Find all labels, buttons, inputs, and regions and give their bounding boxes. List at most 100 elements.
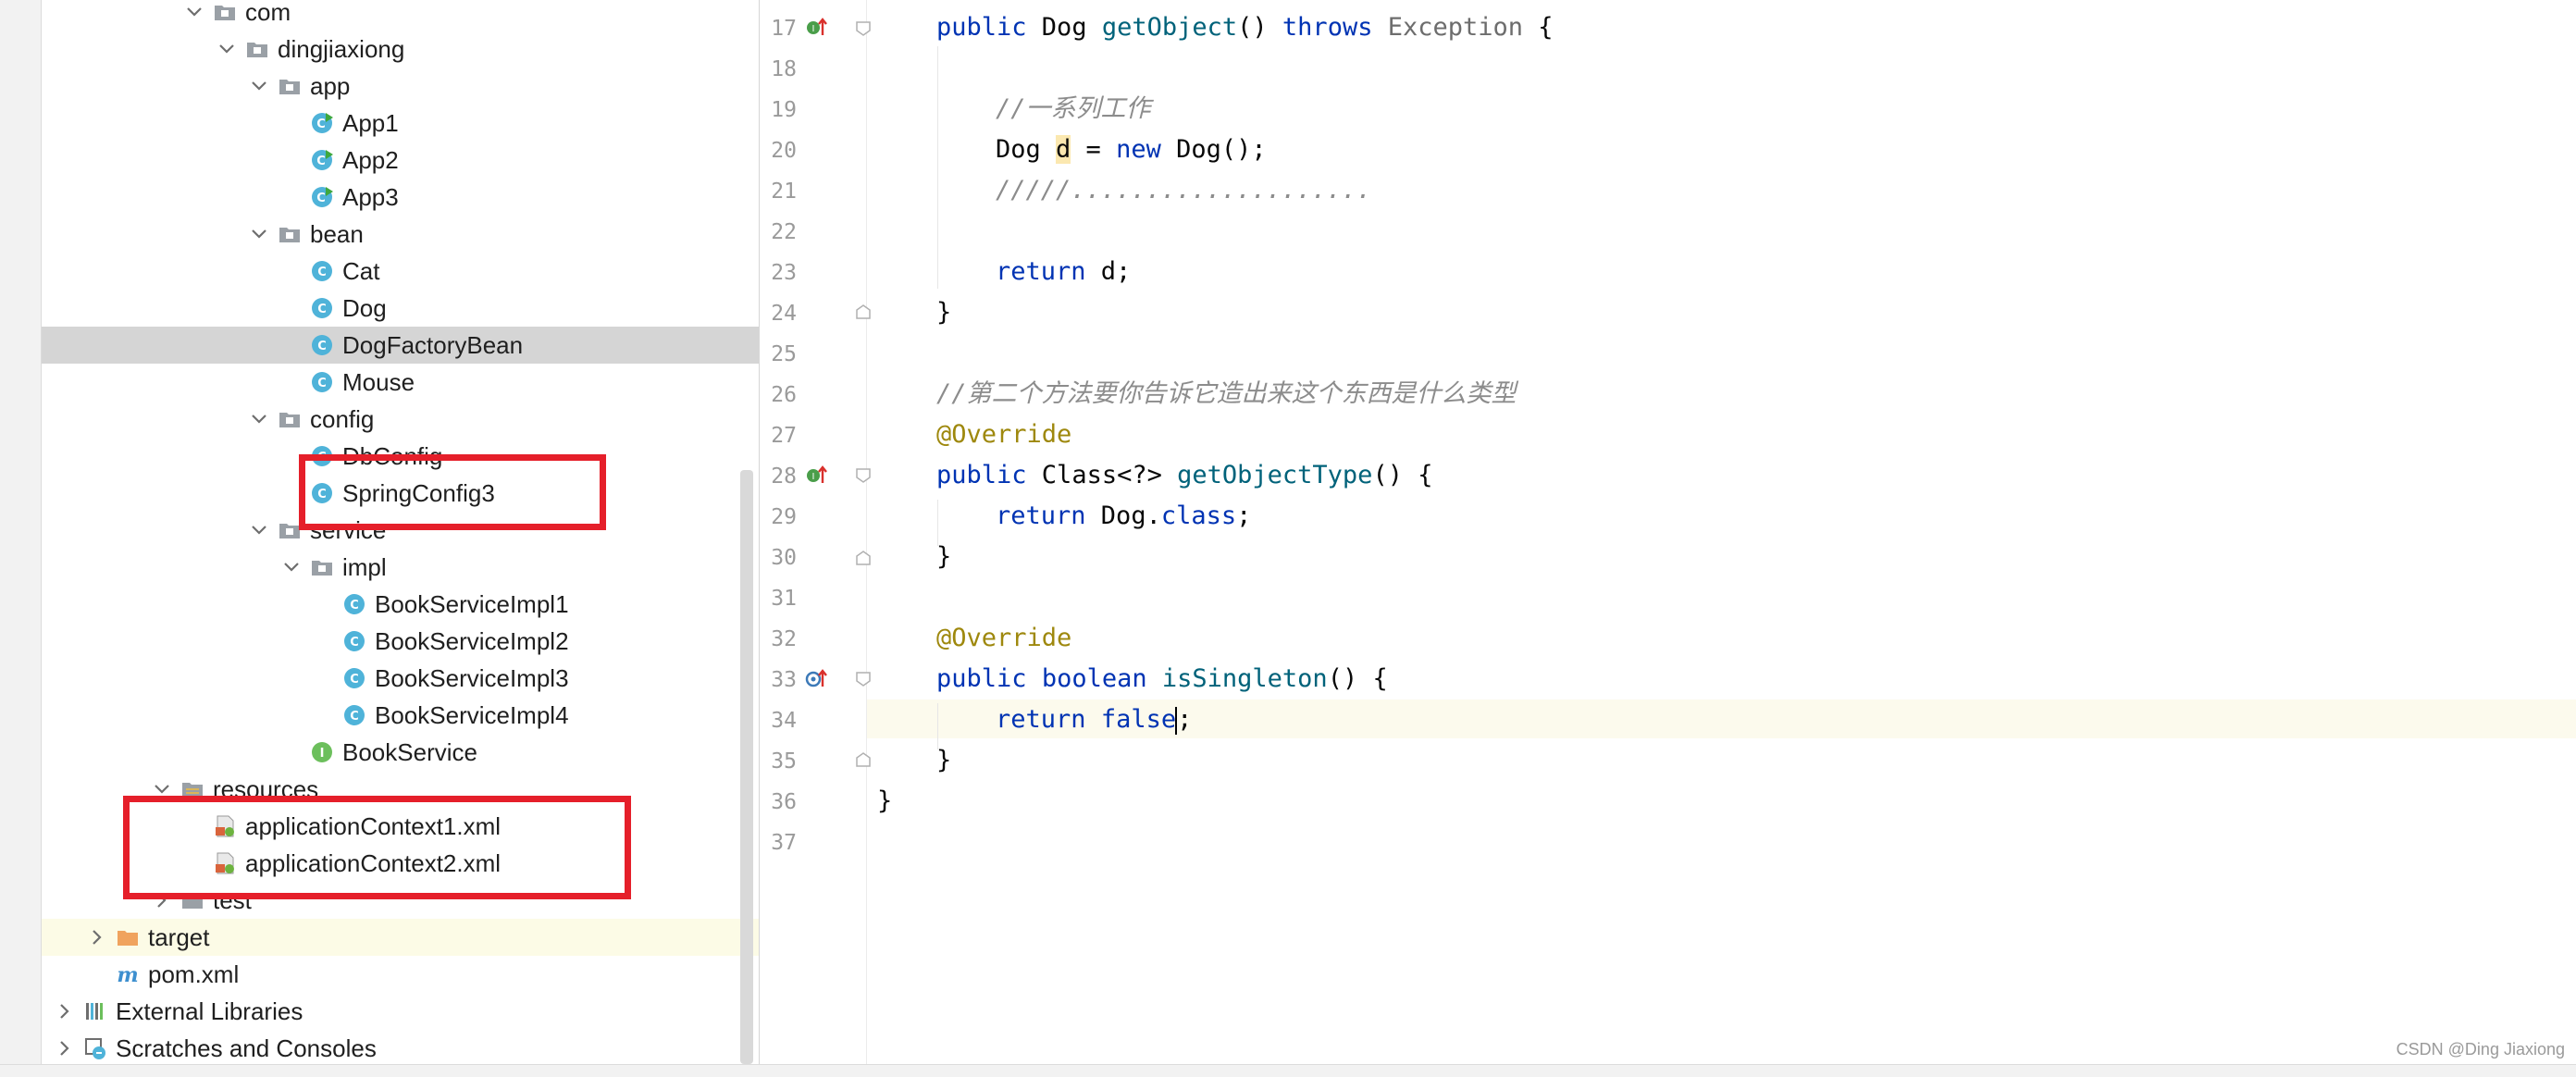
tree-item-label: App1	[342, 109, 399, 137]
code-line-27[interactable]: @Override	[936, 415, 1071, 454]
tree-item-label: pom.xml	[148, 960, 240, 988]
tree-item-cat[interactable]: C Cat	[42, 253, 759, 290]
tree-item-label: config	[310, 405, 375, 433]
tree-item-dog[interactable]: C Dog	[42, 290, 759, 327]
chevron-down-icon[interactable]	[217, 38, 236, 60]
code-token: isSingleton	[1161, 664, 1328, 693]
chevron-down-icon[interactable]	[185, 1, 204, 23]
tree-item-bookserviceimpl4[interactable]: C BookServiceImpl4	[42, 697, 759, 734]
chevron-right-icon[interactable]	[88, 926, 106, 948]
tree-item-label: Cat	[342, 257, 380, 285]
tree-item-bookservice[interactable]: I BookService	[42, 734, 759, 771]
code-line-23[interactable]: return d;	[996, 253, 1131, 291]
svg-text:I: I	[812, 472, 815, 482]
code-line-20[interactable]: Dog d = new Dog();	[996, 130, 1267, 169]
implements-method-icon[interactable]: I	[803, 463, 829, 489]
tree-item-pom-xml[interactable]: m pom.xml	[42, 956, 759, 993]
highlight-box-xml-files	[123, 796, 631, 899]
code-line-17[interactable]: public Dog getObject() throws Exception …	[936, 8, 1554, 47]
implements-method-icon[interactable]: I	[803, 15, 829, 41]
tree-item-app1[interactable]: C App1	[42, 105, 759, 142]
overrides-method-icon[interactable]	[803, 666, 829, 692]
class-icon: C	[342, 703, 366, 727]
fold-end-icon[interactable]	[855, 751, 872, 768]
code-line-24[interactable]: }	[936, 293, 951, 332]
code-line-35[interactable]: }	[936, 741, 951, 780]
chevron-down-icon[interactable]	[282, 556, 301, 578]
code-token: Dog	[1026, 13, 1102, 42]
code-line-32[interactable]: @Override	[936, 619, 1071, 658]
tree-item-label: bean	[310, 220, 364, 248]
tree-item-label: Scratches and Consoles	[116, 1034, 377, 1062]
svg-text:C: C	[350, 599, 359, 613]
fold-start-icon[interactable]	[855, 467, 872, 484]
tree-item-dogfactorybean[interactable]: C DogFactoryBean	[42, 327, 759, 364]
line-number: 30	[771, 546, 797, 570]
line-number: 34	[771, 709, 797, 733]
code-line-28[interactable]: public Class<?> getObjectType() {	[936, 456, 1432, 495]
tree-item-bookserviceimpl1[interactable]: C BookServiceImpl1	[42, 586, 759, 623]
code-line-19[interactable]: //一系列工作	[996, 90, 1151, 129]
class-icon: C	[342, 629, 366, 653]
tree-item-external-libraries[interactable]: External Libraries	[42, 993, 759, 1030]
tree-item-label: target	[148, 923, 210, 951]
class-icon: C	[310, 370, 334, 394]
line-number: 24	[771, 302, 797, 326]
line-number: 28	[771, 464, 797, 489]
tree-item-dingjiaxiong[interactable]: dingjiaxiong	[42, 31, 759, 68]
tree-item-com[interactable]: com	[42, 0, 759, 31]
code-token: getObjectType	[1177, 461, 1373, 489]
line-number: 19	[771, 98, 797, 122]
fold-start-icon[interactable]	[855, 671, 872, 687]
chevron-down-icon[interactable]	[250, 408, 268, 430]
project-tree-scrollbar[interactable]	[740, 470, 753, 1064]
code-line-36[interactable]: }	[877, 782, 892, 821]
code-line-34[interactable]: return false;	[996, 700, 1192, 739]
tree-item-bookserviceimpl2[interactable]: C BookServiceImpl2	[42, 623, 759, 660]
tree-item-label: Mouse	[342, 368, 415, 396]
fold-end-icon[interactable]	[855, 303, 872, 320]
fold-start-icon[interactable]	[855, 20, 872, 37]
code-line-29[interactable]: return Dog.class;	[996, 497, 1251, 536]
tree-item-bookserviceimpl3[interactable]: C BookServiceImpl3	[42, 660, 759, 697]
package-folder-icon	[278, 222, 302, 246]
code-line-30[interactable]: }	[936, 538, 951, 576]
code-line-26[interactable]: //第二个方法要你告诉它造出来这个东西是什么类型	[936, 375, 1517, 414]
libraries-icon	[83, 999, 107, 1023]
svg-text:C: C	[317, 266, 327, 279]
line-number: 21	[771, 180, 797, 204]
tree-item-label: com	[245, 0, 291, 26]
tree-item-app2[interactable]: C App2	[42, 142, 759, 179]
chevron-down-icon[interactable]	[250, 223, 268, 245]
tree-item-config[interactable]: config	[42, 401, 759, 438]
code-line-33[interactable]: public boolean isSingleton() {	[936, 660, 1388, 699]
class-icon: C	[342, 666, 366, 690]
fold-end-icon[interactable]	[855, 550, 872, 566]
code-line-21[interactable]: /////....................	[996, 171, 1371, 210]
runnable-class-icon: C	[310, 185, 334, 209]
code-token: new	[1116, 135, 1161, 164]
tree-item-app3[interactable]: C App3	[42, 179, 759, 216]
highlight-box-springconfig3	[299, 454, 606, 530]
code-token: throws	[1282, 13, 1373, 42]
tree-item-label: BookServiceImpl4	[375, 701, 569, 729]
tree-item-label: app	[310, 72, 351, 100]
line-number: 26	[771, 383, 797, 407]
chevron-down-icon[interactable]	[250, 519, 268, 541]
package-folder-icon	[245, 37, 269, 61]
code-annotation: @Override	[936, 624, 1072, 652]
chevron-down-icon[interactable]	[250, 75, 268, 97]
code-token: () {	[1372, 461, 1433, 489]
chevron-right-icon[interactable]	[56, 1037, 74, 1059]
tree-item-impl[interactable]: impl	[42, 549, 759, 586]
class-icon: C	[310, 333, 334, 357]
tree-item-label: App2	[342, 146, 399, 174]
tree-item-app[interactable]: app	[42, 68, 759, 105]
tree-item-mouse[interactable]: C Mouse	[42, 364, 759, 401]
chevron-right-icon[interactable]	[56, 1000, 74, 1022]
tree-item-scratches-and-consoles[interactable]: Scratches and Consoles	[42, 1030, 759, 1064]
bottom-scrollbar-area	[0, 1064, 2576, 1077]
tree-item-bean[interactable]: bean	[42, 216, 759, 253]
tree-item-target[interactable]: target	[42, 919, 759, 956]
package-folder-icon	[278, 407, 302, 431]
